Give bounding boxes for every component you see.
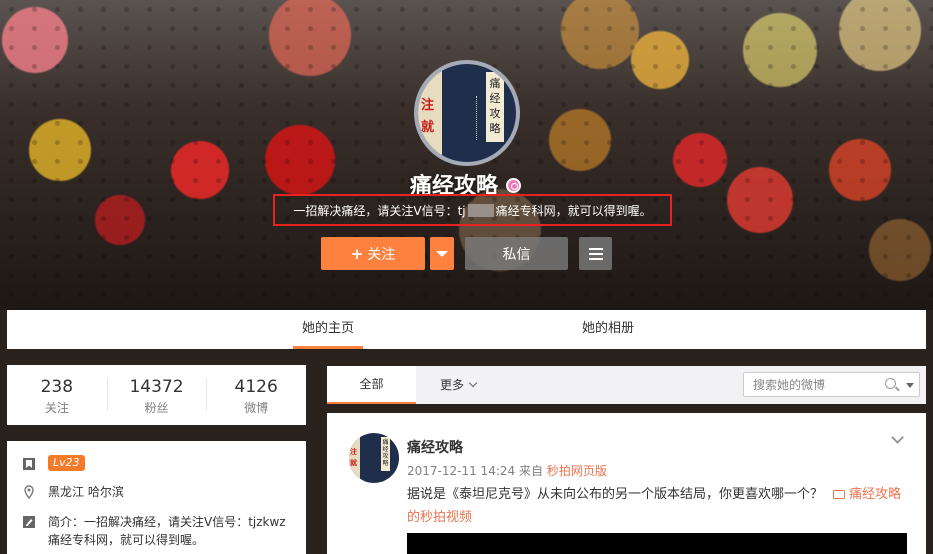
stat-following-count: 238 [40, 377, 74, 397]
tab-album[interactable]: 她的相册 [573, 310, 643, 349]
avatar-text-1: 注 [421, 98, 435, 113]
stat-followers-label: 粉丝 [144, 401, 169, 415]
post-avatar[interactable]: 注 就 痛经攻略 [349, 433, 399, 483]
stat-following-label: 关注 [44, 401, 69, 415]
post-body: 据说是《泰坦尼克号》从未向公布的另一个版本结局，你更喜欢哪一个？ [407, 487, 824, 502]
bio-icon [23, 516, 35, 528]
female-icon [506, 178, 521, 193]
plus-icon: + [350, 244, 364, 263]
feed-filter-bar: 全部 更多 [327, 366, 926, 404]
profile-info: Lv23 黑龙江 哈尔滨 简介：一招解决痛经，请关注V信号：tjzkwz 痛经专… [7, 441, 306, 554]
info-level-row: Lv23 [22, 455, 291, 471]
profile-intro: 一招解决痛经，请关注V信号：tj 痛经专科网，就可以得到喔。 [273, 194, 672, 226]
level-badge[interactable]: Lv23 [48, 455, 85, 471]
post-author[interactable]: 痛经攻略 [407, 437, 463, 457]
chevron-down-icon [468, 378, 478, 388]
tab-more-label: 更多 [440, 378, 465, 392]
stat-following[interactable]: 238 关注 [7, 365, 107, 425]
info-location-row: 黑龙江 哈尔滨 [22, 483, 291, 501]
profile-avatar[interactable]: 注 就 痛经攻略 [414, 60, 520, 166]
search-options-icon[interactable] [906, 383, 914, 388]
location-text: 黑龙江 哈尔滨 [48, 485, 124, 499]
post-avatar-text-2: 就 [350, 458, 357, 467]
profile-tabbar: 她的主页 她的相册 [7, 310, 926, 349]
bio-text: 简介：一招解决痛经，请关注V信号：tjzkwz 痛经专科网，就可以得到喔。 [48, 515, 286, 547]
stat-followers-count: 14372 [129, 377, 184, 397]
tab-all[interactable]: 全部 [327, 366, 416, 404]
message-label: 私信 [502, 246, 531, 263]
profile-stats: 238 关注 14372 粉丝 4126 微博 [7, 365, 306, 425]
avatar-label: 痛经攻略 [486, 72, 504, 142]
post-time[interactable]: 2017-12-11 14:24 [407, 464, 515, 478]
post-avatar-text-1: 注 [350, 447, 357, 456]
stat-posts[interactable]: 4126 微博 [206, 365, 306, 425]
post-avatar-label: 痛经攻略 [381, 437, 390, 471]
redaction-mask [467, 203, 494, 217]
avatar-text-2: 就 [421, 120, 435, 135]
tab-more[interactable]: 更多 [440, 366, 478, 404]
avatar-image: 注 就 痛经攻略 [418, 64, 516, 162]
post-meta: 2017-12-11 14:24 来自 秒拍网页版 [407, 462, 607, 479]
info-bio-row: 简介：一招解决痛经，请关注V信号：tjzkwz 痛经专科网，就可以得到喔。 [22, 513, 291, 549]
more-menu-button[interactable] [579, 237, 612, 270]
feed-post: 注 就 痛经攻略 痛经攻略 2017-12-11 14:24 来自 秒拍网页版 … [327, 413, 926, 554]
menu-icon [588, 247, 603, 250]
intro-prefix: 一招解决痛经，请关注V信号：tj [293, 203, 466, 218]
chevron-down-icon[interactable] [891, 431, 904, 444]
intro-suffix: 痛经专科网，就可以得到喔。 [495, 203, 652, 218]
search-input[interactable] [744, 373, 874, 396]
video-player[interactable] [407, 533, 907, 554]
post-from-prefix: 来自 [518, 464, 543, 478]
post-source[interactable]: 秒拍网页版 [547, 464, 607, 478]
bookmark-icon [23, 458, 35, 470]
follow-dropdown-button[interactable] [430, 237, 454, 270]
search-icon[interactable] [885, 378, 896, 389]
stat-posts-label: 微博 [244, 401, 269, 415]
stat-posts-count: 4126 [234, 377, 278, 397]
follow-label: 关注 [367, 246, 396, 263]
tab-home[interactable]: 她的主页 [293, 310, 363, 349]
stat-followers[interactable]: 14372 粉丝 [106, 365, 207, 425]
message-button[interactable]: 私信 [465, 237, 568, 270]
location-pin-icon [24, 485, 34, 499]
video-icon [833, 490, 846, 499]
weibo-search [743, 372, 920, 397]
caret-down-icon [436, 250, 448, 257]
post-text: 据说是《泰坦尼克号》从未向公布的另一个版本结局，你更喜欢哪一个？ 痛经攻略的秒拍视… [407, 483, 907, 529]
follow-button[interactable]: + 关注 [321, 237, 425, 270]
